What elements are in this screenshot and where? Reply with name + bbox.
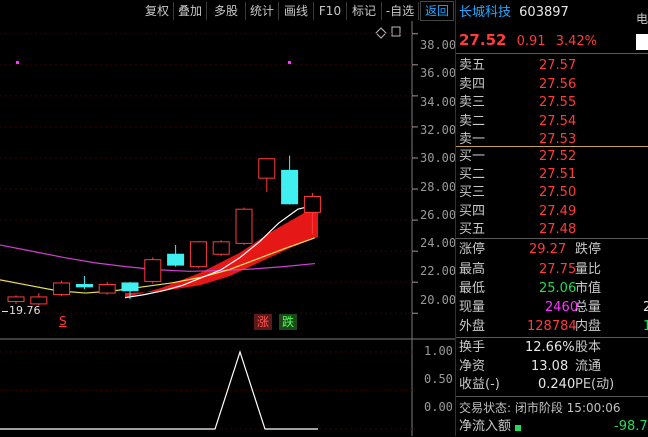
f10-button[interactable]: F10 — [314, 2, 347, 20]
restore-rights-button[interactable]: 复权 — [141, 2, 174, 20]
price-axis-label: 38.00 — [420, 38, 457, 52]
bid-row[interactable]: 买四 27.49 — [459, 202, 576, 222]
bid-label: 买二 — [459, 167, 486, 183]
stock-name[interactable]: 长城科技 — [459, 5, 511, 20]
bid-price: 27.52 — [539, 149, 577, 164]
low-row: 最低 25.06 市值 — [459, 281, 602, 296]
last-price: 27.52 — [459, 31, 507, 49]
watchlist-remove-button[interactable]: -自选 — [382, 2, 419, 20]
divider — [456, 238, 648, 239]
draw-line-button[interactable]: 画线 — [279, 2, 314, 20]
stock-code: 603897 — [519, 5, 569, 20]
price-axis-label: 30.00 — [420, 151, 457, 166]
outer-row: 外盘 128784 内盘 1 — [459, 319, 648, 334]
ask-row[interactable]: 卖五 27.57 — [459, 56, 576, 76]
ask-label: 卖二 — [459, 113, 486, 129]
turnover-row: 换手 12.66% 股本 — [459, 340, 602, 355]
limit-up-row: 涨停 29.27 跌停 — [459, 242, 602, 257]
price-axis-label: 32.00 — [420, 122, 457, 137]
divider — [456, 53, 648, 54]
net-inflow-row: 净流入额 -98.7万 — [459, 419, 648, 434]
high-row: 最高 27.75 量比 — [459, 262, 602, 277]
net-asset-row: 净资 13.08 流通 — [459, 359, 602, 374]
chart-toolbar: 复权 叠加 多股 统计 画线 F10 标记 -自选 返回 — [0, 0, 455, 21]
price-axis-label: 22.00 — [420, 264, 457, 279]
ask-price: 27.55 — [539, 95, 577, 111]
bid-label: 买一 — [459, 149, 486, 164]
ask-price: 27.54 — [539, 113, 577, 129]
indicator-axis-label: 0.00 — [424, 400, 453, 414]
bid-row[interactable]: 买二 27.51 — [459, 165, 576, 185]
indicator-axis-label: 1.00 — [424, 344, 453, 358]
mark-button[interactable]: 标记 — [347, 2, 382, 20]
candle-body — [75, 284, 93, 288]
candle-body — [30, 296, 48, 305]
bid-label: 买五 — [459, 221, 486, 237]
ask-label: 卖五 — [459, 58, 486, 73]
candle-body — [303, 195, 321, 213]
candle-body — [167, 253, 185, 266]
side-tab-label[interactable]: 电 — [636, 10, 648, 27]
price-axis-label: 28.00 — [420, 179, 457, 194]
bid-label: 买三 — [459, 185, 486, 201]
multi-stock-button[interactable]: 多股 — [207, 2, 246, 20]
trade-status: 交易状态: 闭市阶段 15:00:06 — [459, 401, 621, 415]
price-axis-label: 34.00 — [420, 94, 457, 109]
bid-row[interactable]: 买一 27.52 — [459, 147, 576, 167]
bid-price: 27.50 — [539, 185, 577, 201]
expand-icon[interactable] — [391, 26, 401, 37]
ask-price: 27.57 — [539, 58, 577, 73]
indicator-axis-label: 0.50 — [424, 372, 453, 386]
limit-up-badge: 涨 — [254, 314, 272, 330]
overlay-button[interactable]: 叠加 — [174, 2, 207, 20]
ask-label: 卖四 — [459, 76, 486, 92]
ask-row[interactable]: 卖二 27.54 — [459, 112, 576, 132]
limit-down-badge: 跌 — [279, 314, 297, 330]
eps-row: 收益(-) 0.240 PE(动) — [459, 377, 615, 392]
candle-body — [258, 158, 276, 179]
bid-price: 27.48 — [539, 221, 577, 237]
diamond-icon[interactable] — [375, 27, 387, 39]
bid-row[interactable]: 买三 27.50 — [459, 183, 576, 203]
low-price-marker: 19.76 — [2, 304, 41, 317]
bid-row[interactable]: 买五 27.48 — [459, 220, 576, 240]
ask-row[interactable]: 卖四 27.56 — [459, 75, 576, 95]
marker-dot — [16, 61, 19, 64]
ask-row[interactable]: 卖三 27.55 — [459, 93, 576, 113]
side-tab-marker — [636, 34, 648, 50]
candle-body — [53, 282, 71, 296]
kline-canvas — [0, 21, 455, 436]
inflow-indicator-icon — [515, 425, 521, 431]
candle-body — [281, 169, 299, 205]
candle-body — [144, 259, 162, 282]
bid-label: 买四 — [459, 203, 486, 219]
back-button[interactable]: 返回 — [420, 1, 454, 21]
marker-dot — [288, 61, 291, 64]
candle-body — [189, 241, 207, 268]
kline-chart[interactable]: 38.00 36.00 34.00 32.00 30.00 28.00 26.00 24.00… — [0, 21, 457, 436]
price-change: 0.91 — [516, 34, 546, 49]
ask-price: 27.56 — [539, 76, 577, 92]
candle-body — [98, 284, 116, 294]
price-change-pct: 3.42% — [555, 34, 597, 49]
price-axis-label: 26.00 — [420, 207, 457, 222]
price-line: 27.52 0.91 3.42% — [459, 30, 597, 50]
divider — [456, 396, 648, 397]
price-axis-label: 20.00 — [420, 292, 457, 307]
bid-price: 27.49 — [539, 203, 577, 219]
candle-body — [235, 208, 253, 244]
candle-body — [212, 241, 230, 255]
bid-price: 27.51 — [539, 167, 577, 183]
price-axis-label: 36.00 — [420, 66, 457, 81]
candle-body — [121, 282, 139, 292]
quote-panel: 长城科技 603897 27.52 0.91 3.42% 电 卖五 27.57 卖四… — [455, 0, 648, 436]
ask-label: 卖三 — [459, 95, 486, 111]
volume-row: 现量 2460 总量 2 — [459, 300, 648, 315]
candle-body — [7, 296, 25, 303]
stock-header: 长城科技 603897 — [459, 3, 569, 23]
price-axis-label: 24.00 — [420, 236, 457, 251]
sell-signal-marker: S — [59, 314, 67, 328]
statistics-button[interactable]: 统计 — [246, 2, 279, 20]
